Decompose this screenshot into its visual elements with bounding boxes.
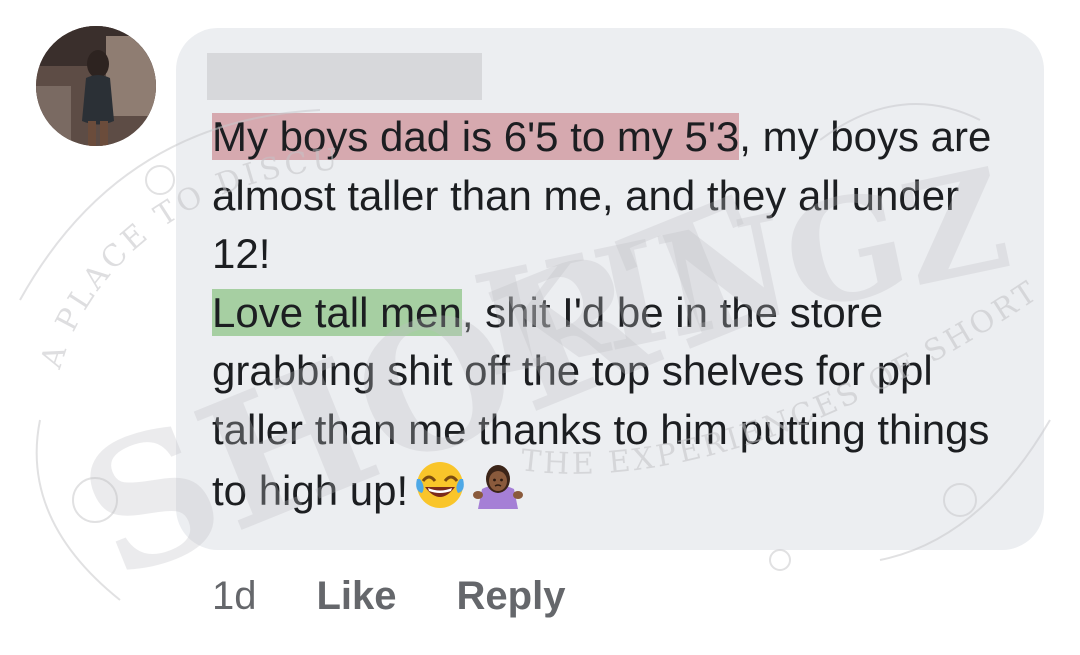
avatar-photo: [36, 26, 156, 146]
comment-text: My boys dad is 6'5 to my 5'3, my boys ar…: [212, 108, 1012, 527]
highlight-height-quote: My boys dad is 6'5 to my 5'3: [212, 113, 740, 160]
laughing-tears-emoji-icon: [414, 459, 466, 527]
comment-timestamp[interactable]: 1d: [212, 574, 257, 619]
highlight-love-tall-men: Love tall men: [212, 288, 462, 336]
comment-actions: 1d Like Reply: [212, 568, 565, 624]
like-button[interactable]: Like: [317, 574, 397, 619]
woman-shrugging-emoji-icon: [472, 459, 524, 527]
author-name-redacted[interactable]: [207, 53, 482, 100]
avatar[interactable]: [36, 26, 156, 146]
comment-screenshot: My boys dad is 6'5 to my 5'3, my boys ar…: [0, 0, 1080, 655]
reply-button[interactable]: Reply: [457, 574, 566, 619]
